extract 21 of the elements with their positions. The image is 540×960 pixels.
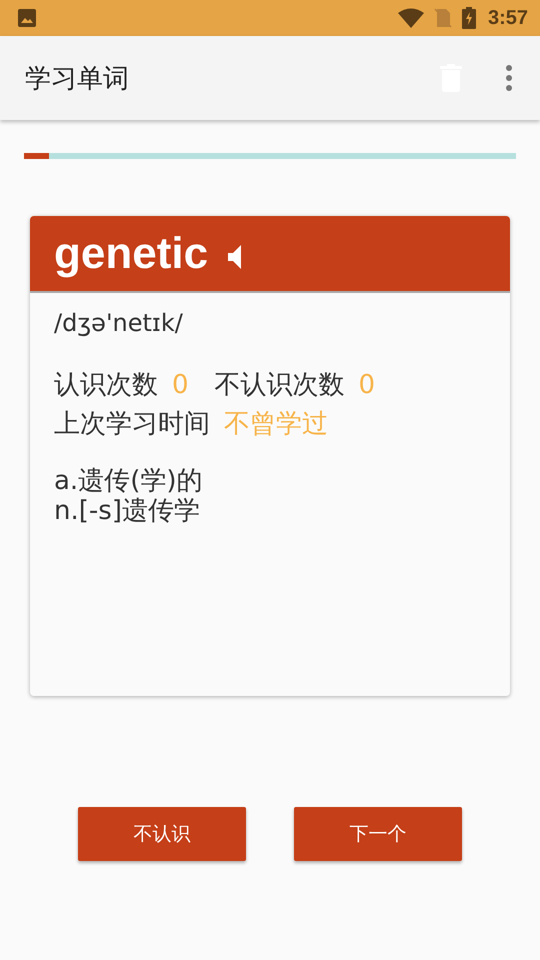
stat-label: 不认识次数 [214, 369, 345, 402]
battery-icon [462, 7, 476, 29]
action-button[interactable]: 下一个 [294, 807, 462, 861]
definition-text: a.遗传(学)的 [54, 467, 204, 497]
no-sim-icon [434, 8, 452, 28]
definition-text: n.[-s]遗传学 [54, 496, 201, 527]
more-icon [506, 65, 512, 91]
speaker-icon [228, 244, 242, 270]
wifi-icon [398, 8, 424, 28]
phonetic-text: /dʒə'netɪk/ [54, 309, 184, 337]
speaker-button[interactable] [228, 244, 242, 270]
clock: 3:57 [488, 6, 528, 30]
last-study-label: 上次学习时间 [54, 408, 210, 441]
stat-label: 认识次数 [54, 369, 158, 402]
app-title: 学习单词 [25, 62, 129, 96]
action-button[interactable]: 不认识 [78, 807, 246, 861]
stat-value: 0 [172, 370, 189, 400]
image-icon [17, 8, 37, 28]
word-title: genetic [54, 228, 208, 278]
stat-value: 0 [358, 370, 376, 400]
last-study-value: 不曾学过 [224, 408, 328, 441]
